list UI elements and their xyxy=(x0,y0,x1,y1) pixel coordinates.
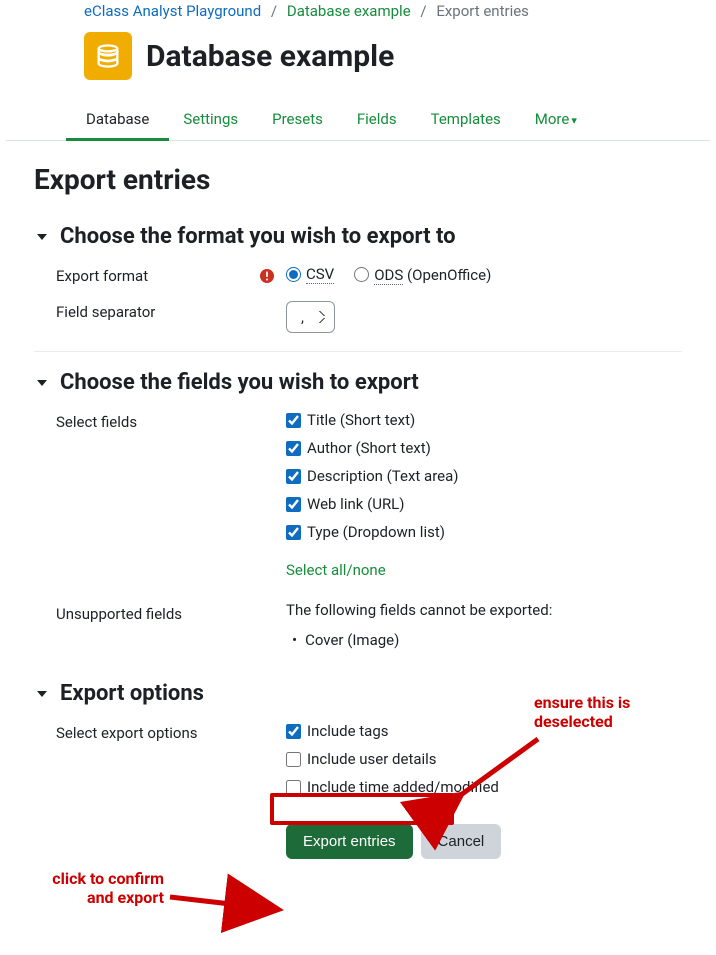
tab-settings[interactable]: Settings xyxy=(181,102,240,140)
option-label: Include tags xyxy=(307,722,389,740)
tab-presets[interactable]: Presets xyxy=(270,102,325,140)
label-field-separator: Field separator xyxy=(56,303,155,321)
required-warning-icon xyxy=(260,269,274,283)
section-options-header[interactable]: Export options xyxy=(34,681,682,706)
field-label: Description (Text area) xyxy=(307,467,458,485)
tab-database[interactable]: Database xyxy=(84,102,151,140)
breadcrumb-sep-icon: / xyxy=(271,2,277,20)
export-entries-button[interactable]: Export entries xyxy=(286,824,413,859)
select-field-separator[interactable]: , xyxy=(286,301,335,333)
checkbox-field-weblink[interactable] xyxy=(286,497,301,512)
label-select-fields: Select fields xyxy=(56,413,137,431)
option-label: Include time added/modified xyxy=(307,778,499,796)
section-fields-header[interactable]: Choose the fields you wish to export xyxy=(34,370,682,395)
unsupported-list: Cover (Image) xyxy=(286,631,682,649)
radio-ods[interactable]: ODS (OpenOffice) xyxy=(354,266,491,284)
page-header: Database example xyxy=(6,26,710,96)
row-export-options: Select export options Include tags Inclu… xyxy=(56,722,682,796)
divider xyxy=(34,351,682,352)
checkbox-field-description[interactable] xyxy=(286,469,301,484)
field-label: Title (Short text) xyxy=(307,411,415,429)
field-label: Type (Dropdown list) xyxy=(307,523,445,541)
tab-fields[interactable]: Fields xyxy=(355,102,399,140)
link-select-all-none[interactable]: Select all/none xyxy=(286,561,386,579)
main-content: Export entries Choose the format you wis… xyxy=(6,141,710,915)
checkbox-include-tags[interactable] xyxy=(286,724,301,739)
checkbox-field-title[interactable] xyxy=(286,413,301,428)
page-heading: Export entries xyxy=(34,163,682,196)
unsupported-item: Cover (Image) xyxy=(292,631,682,649)
checkbox-include-time[interactable] xyxy=(286,780,301,795)
fields-checklist: Title (Short text) Author (Short text) D… xyxy=(286,411,682,579)
options-checklist: Include tags Include user details Includ… xyxy=(286,722,682,796)
annotation-text-confirm: click to confirm and export xyxy=(0,869,164,907)
row-unsupported-fields: Unsupported fields The following fields … xyxy=(56,601,682,649)
field-label: Author (Short text) xyxy=(307,439,431,457)
breadcrumb-sep-icon: / xyxy=(420,2,426,20)
checkbox-field-type[interactable] xyxy=(286,525,301,540)
chevron-down-icon: ▾ xyxy=(571,114,577,127)
section-format-header[interactable]: Choose the format you wish to export to xyxy=(34,224,682,249)
checkbox-include-user-details[interactable] xyxy=(286,752,301,767)
breadcrumb-mid[interactable]: Database example xyxy=(287,2,411,20)
breadcrumb: eClass Analyst Playground / Database exa… xyxy=(6,0,710,26)
tab-templates[interactable]: Templates xyxy=(429,102,503,140)
breadcrumb-root[interactable]: eClass Analyst Playground xyxy=(84,2,261,20)
radio-csv[interactable]: CSV xyxy=(286,265,334,284)
row-select-fields: Select fields Title (Short text) Author … xyxy=(56,411,682,579)
tab-bar: Database Settings Presets Fields Templat… xyxy=(6,102,710,141)
unsupported-text: The following fields cannot be exported: xyxy=(286,601,682,619)
field-label: Web link (URL) xyxy=(307,495,405,513)
annotation-highlight-box xyxy=(270,793,454,825)
label-unsupported-fields: Unsupported fields xyxy=(56,605,182,623)
tab-more[interactable]: More▾ xyxy=(533,102,579,140)
breadcrumb-current: Export entries xyxy=(436,2,529,20)
row-buttons: Export entries Cancel xyxy=(56,824,682,859)
chevron-down-icon xyxy=(34,229,50,245)
row-export-format: Export format CSV ODS (OpenOffice) xyxy=(56,265,682,285)
row-field-separator: Field separator , xyxy=(56,301,682,333)
chevron-down-icon xyxy=(34,375,50,391)
label-export-options: Select export options xyxy=(56,724,198,742)
cancel-button[interactable]: Cancel xyxy=(421,824,502,859)
chevron-down-icon xyxy=(34,686,50,702)
page-title: Database example xyxy=(146,39,394,74)
label-export-format: Export format xyxy=(56,267,148,285)
option-label: Include user details xyxy=(307,750,437,768)
checkbox-field-author[interactable] xyxy=(286,441,301,456)
database-activity-icon xyxy=(84,32,132,80)
annotation-arrow-icon xyxy=(166,883,286,927)
